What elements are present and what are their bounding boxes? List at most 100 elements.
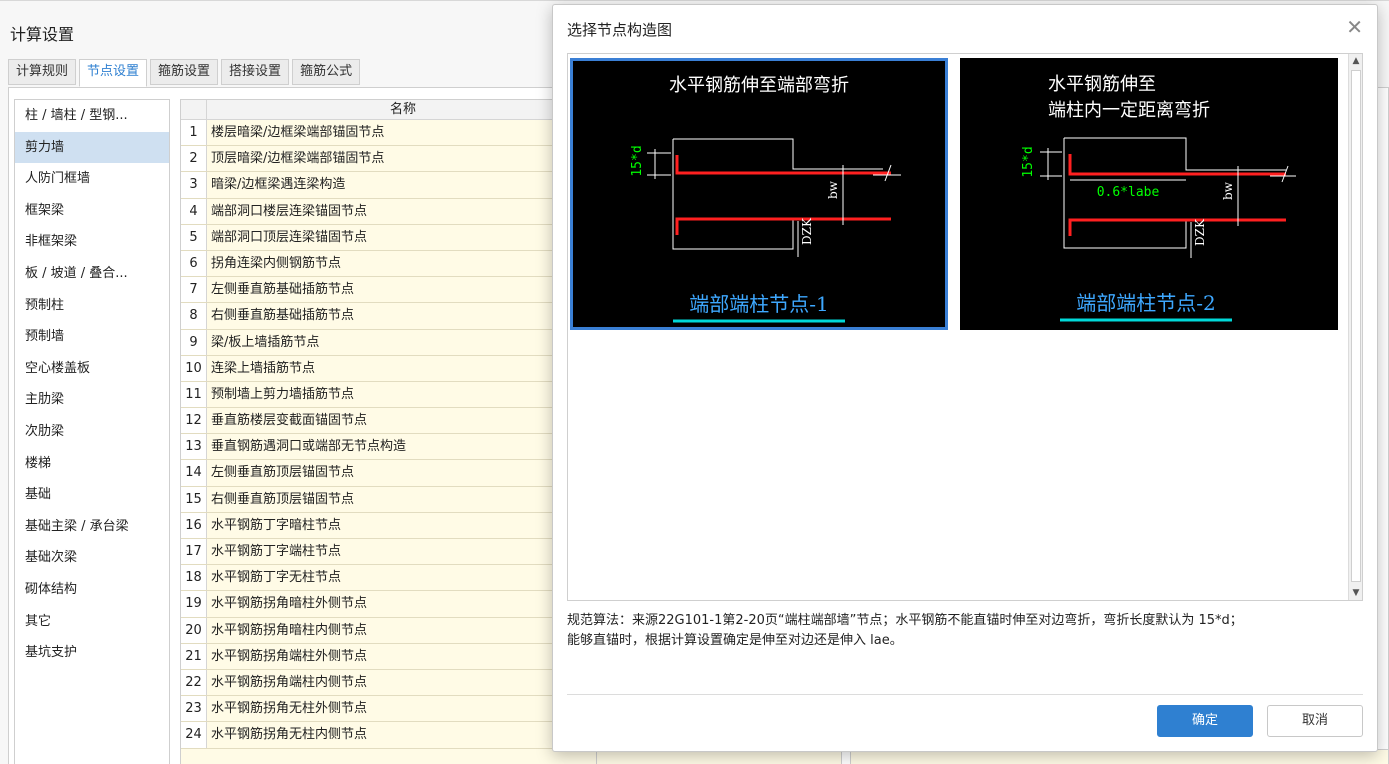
- card-heading-line2: 端柱内一定距离弯折: [1048, 100, 1210, 121]
- row-name: 端部洞口楼层连梁锚固节点: [211, 203, 368, 219]
- column-header-name: 名称: [389, 102, 416, 117]
- table-row[interactable]: 16 水平钢筋丁字暗柱节点: [181, 512, 599, 539]
- category-item[interactable]: 非框架梁: [15, 226, 169, 258]
- column-label: DZK: [800, 217, 814, 245]
- table-row[interactable]: 17 水平钢筋丁字端柱节点: [181, 539, 599, 566]
- table-row[interactable]: 19 水平钢筋拐角暗柱外侧节点: [181, 591, 599, 618]
- scroll-down-icon[interactable]: ▼: [1350, 587, 1362, 599]
- category-item[interactable]: 基础次梁: [15, 542, 169, 574]
- row-name: 端部洞口顶层连梁锚固节点: [211, 229, 368, 245]
- row-number: 9: [181, 329, 207, 355]
- tab-2[interactable]: 箍筋设置: [150, 59, 219, 85]
- bw-label: bw: [826, 180, 840, 199]
- row-name: 预制墙上剪力墙插筋节点: [211, 386, 355, 402]
- table-row[interactable]: 12 垂直筋楼层变截面锚固节点: [181, 408, 599, 435]
- node-card-1[interactable]: 水平钢筋伸至端部弯折 15*d bw DZK 端部端柱节点-1: [570, 58, 948, 330]
- row-name: 水平钢筋拐角端柱内侧节点: [211, 674, 368, 690]
- table-row[interactable]: 2 顶层暗梁/边框梁端部锚固节点: [181, 146, 599, 173]
- row-name: 水平钢筋丁字端柱节点: [211, 544, 342, 559]
- category-item[interactable]: 框架梁: [15, 195, 169, 227]
- tab-3[interactable]: 搭接设置: [221, 59, 290, 85]
- category-item[interactable]: 柱 / 墙柱 / 型钢...: [15, 100, 169, 132]
- table-row[interactable]: 20 水平钢筋拐角暗柱内侧节点: [181, 617, 599, 644]
- table-row[interactable]: 8 右侧垂直筋基础插筋节点: [181, 303, 599, 330]
- row-number: 8: [181, 303, 207, 329]
- row-number: 2: [181, 146, 207, 172]
- row-name: 水平钢筋拐角端柱外侧节点: [211, 648, 368, 664]
- category-item[interactable]: 次肋梁: [15, 416, 169, 448]
- row-name: 左侧垂直筋基础插筋节点: [211, 282, 355, 298]
- row-name: 水平钢筋拐角暗柱外侧节点: [211, 596, 368, 612]
- bw-label: bw: [1221, 181, 1235, 200]
- row-name: 左侧垂直筋顶层锚固节点: [211, 465, 355, 481]
- category-item[interactable]: 主肋梁: [15, 384, 169, 416]
- category-item[interactable]: 剪力墙: [15, 131, 169, 164]
- category-item[interactable]: 基础主梁 / 承台梁: [15, 511, 169, 543]
- table-row[interactable]: 23 水平钢筋拐角无柱外侧节点: [181, 696, 599, 723]
- row-name: 连梁上墙插筋节点: [211, 360, 316, 376]
- cancel-button[interactable]: 取消: [1267, 705, 1363, 737]
- inner-label: 0.6*labe: [1097, 185, 1160, 200]
- table-row[interactable]: 6 拐角连梁内侧钢筋节点: [181, 250, 599, 278]
- row-name: 垂直钢筋遇洞口或端部无节点构造: [211, 439, 407, 455]
- category-item[interactable]: 楼梯: [15, 448, 169, 480]
- row-number: 20: [181, 617, 207, 643]
- row-number: 3: [181, 172, 207, 198]
- category-item[interactable]: 空心楼盖板: [15, 353, 169, 385]
- table-row[interactable]: 3 暗梁/边框梁遇连梁构造: [181, 172, 599, 199]
- category-list: 柱 / 墙柱 / 型钢... 剪力墙 人防门框墙 框架梁 非框架梁板 / 坡道 / 叠合…: [14, 99, 170, 764]
- row-number: 23: [181, 696, 207, 722]
- gallery-scrollbar[interactable]: ▲ ▼: [1348, 54, 1362, 600]
- table-row[interactable]: 13 垂直钢筋遇洞口或端部无节点构造: [181, 434, 599, 461]
- close-icon[interactable]: ✕: [1346, 17, 1363, 37]
- row-number: 14: [181, 460, 207, 486]
- category-item[interactable]: 预制柱: [15, 290, 169, 322]
- description-line-1: 规范算法：来源22G101-1第2-20页“端柱端部墙”节点；水平钢筋不能直锚时…: [567, 613, 1243, 628]
- row-number: 10: [181, 355, 207, 381]
- category-item[interactable]: 基坑支护: [15, 637, 169, 669]
- ok-button[interactable]: 确定: [1157, 705, 1253, 737]
- node-gallery: 水平钢筋伸至端部弯折 15*d bw DZK 端部端柱节点-1 水平钢筋伸至 端…: [567, 53, 1363, 601]
- table-row[interactable]: 14 左侧垂直筋顶层锚固节点: [181, 460, 599, 487]
- category-item[interactable]: 砌体结构: [15, 574, 169, 606]
- table-row[interactable]: 21 水平钢筋拐角端柱外侧节点: [181, 643, 599, 670]
- table-row[interactable]: 1 楼层暗梁/边框梁端部锚固节点: [181, 120, 599, 147]
- select-node-dialog: 选择节点构造图 ✕ 水平钢筋伸至端部弯折 15*d bw DZK 端部端柱节点-…: [552, 4, 1378, 752]
- row-name: 水平钢筋拐角无柱内侧节点: [211, 727, 368, 743]
- table-header: 名称: [181, 100, 599, 120]
- row-number: 17: [181, 539, 207, 565]
- table-row[interactable]: 24 水平钢筋拐角无柱内侧节点: [181, 722, 599, 749]
- table-row[interactable]: 22 水平钢筋拐角端柱内侧节点: [181, 669, 599, 697]
- rule-description: 规范算法：来源22G101-1第2-20页“端柱端部墙”节点；水平钢筋不能直锚时…: [567, 611, 1363, 651]
- category-item[interactable]: 基础: [15, 479, 169, 511]
- card-heading-line1: 水平钢筋伸至: [1048, 74, 1156, 95]
- row-name: 右侧垂直筋基础插筋节点: [211, 308, 355, 324]
- scroll-thumb[interactable]: [1351, 70, 1361, 582]
- scroll-up-icon[interactable]: ▲: [1350, 55, 1362, 67]
- node-card-2[interactable]: 水平钢筋伸至 端柱内一定距离弯折 15*d 0.6*labe bw DZK 端部…: [960, 58, 1338, 330]
- category-item[interactable]: 人防门框墙: [15, 163, 169, 195]
- row-number: 11: [181, 381, 207, 408]
- category-item[interactable]: 预制墙: [15, 321, 169, 353]
- tab-4[interactable]: 箍筋公式: [292, 59, 361, 85]
- dim-label: 15*d: [1021, 146, 1036, 177]
- table-row[interactable]: 11 预制墙上剪力墙插筋节点: [181, 381, 599, 409]
- table-row[interactable]: 5 端部洞口顶层连梁锚固节点: [181, 224, 599, 251]
- row-name: 垂直筋楼层变截面锚固节点: [211, 413, 368, 429]
- tab-1[interactable]: 节点设置: [79, 59, 148, 87]
- row-number: 6: [181, 250, 207, 277]
- table-row[interactable]: 9 梁/板上墙插筋节点: [181, 329, 599, 356]
- table-row[interactable]: 10 连梁上墙插筋节点: [181, 355, 599, 382]
- category-item[interactable]: 板 / 坡道 / 叠合...: [15, 258, 169, 290]
- table-row[interactable]: 15 右侧垂直筋顶层锚固节点: [181, 486, 599, 513]
- row-name: 水平钢筋丁字无柱节点: [211, 570, 342, 586]
- table-row[interactable]: 18 水平钢筋丁字无柱节点: [181, 565, 599, 592]
- column-label: DZK: [1193, 218, 1207, 246]
- row-name: 楼层暗梁/边框梁端部锚固节点: [211, 125, 385, 140]
- category-item[interactable]: 其它: [15, 606, 169, 638]
- tab-0[interactable]: 计算规则: [8, 59, 77, 85]
- description-line-2: 能够直锚时，根据计算设置确定是伸至对边还是伸入 lae。: [567, 633, 903, 648]
- table-row[interactable]: 7 左侧垂直筋基础插筋节点: [181, 277, 599, 304]
- table-row[interactable]: 4 端部洞口楼层连梁锚固节点: [181, 198, 599, 225]
- row-number: 21: [181, 643, 207, 669]
